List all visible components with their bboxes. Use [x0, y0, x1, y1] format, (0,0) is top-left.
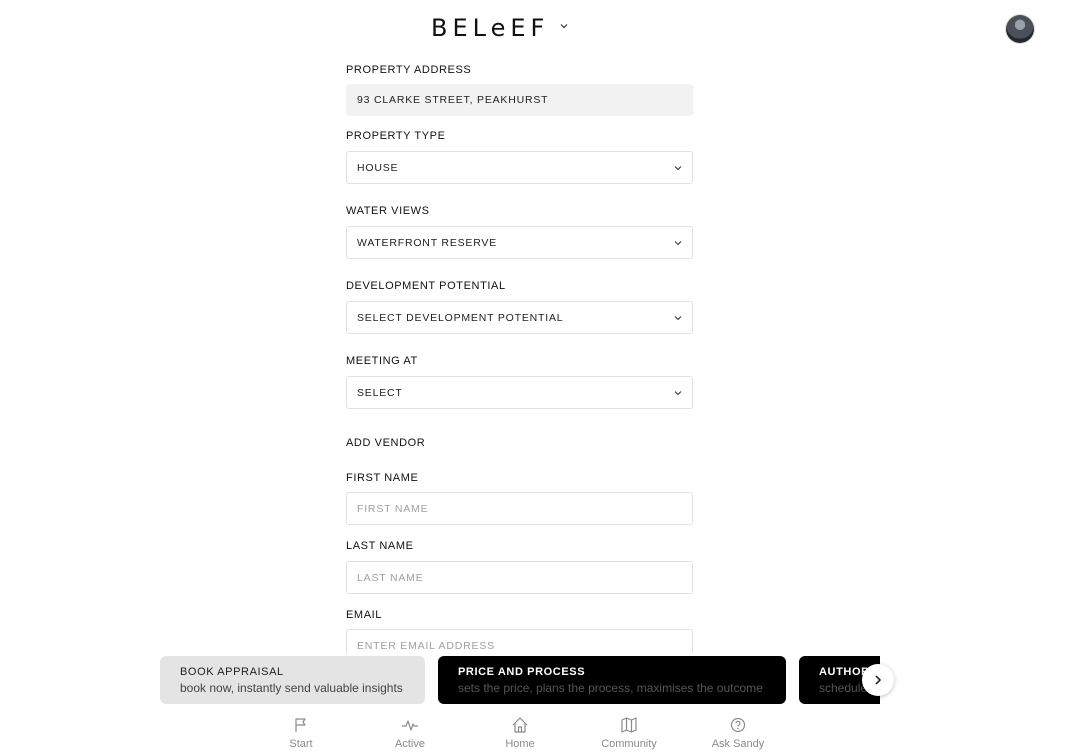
card-subtitle: book now, instantly send valuable insigh… [180, 681, 403, 695]
last-name-field [346, 561, 693, 594]
water-views-select[interactable]: WATERFRONT RESERVE [346, 226, 693, 259]
home-icon [512, 717, 528, 733]
chevron-down-icon [674, 240, 682, 245]
card-price-and-process[interactable]: PRICE AND PROCESS sets the price, plans … [438, 656, 786, 704]
last-name-input[interactable] [357, 571, 682, 584]
carousel-next-button[interactable] [862, 664, 894, 696]
property-address-field: 93 CLARKE STREET, PEAKHURST [346, 84, 693, 116]
nav-item-home[interactable]: Home [480, 716, 560, 750]
development-potential-select[interactable]: SELECT DEVELOPMENT POTENTIAL [346, 301, 693, 334]
map-icon [621, 717, 637, 733]
nav-label: Home [505, 738, 535, 750]
card-book-appraisal[interactable]: BOOK APPRAISAL book now, instantly send … [160, 656, 425, 704]
water-views-value: WATERFRONT RESERVE [357, 236, 498, 249]
first-name-label: FIRST NAME [346, 472, 419, 484]
development-potential-label: DEVELOPMENT POTENTIAL [346, 280, 506, 292]
nav-label: Community [601, 738, 657, 750]
add-vendor-heading: ADD VENDOR [346, 437, 426, 449]
development-potential-value: SELECT DEVELOPMENT POTENTIAL [357, 311, 564, 324]
flag-icon [295, 718, 306, 732]
water-views-label: WATER VIEWS [346, 205, 430, 217]
email-input[interactable] [357, 639, 682, 652]
chevron-down-icon [674, 315, 682, 320]
meeting-at-select[interactable]: SELECT [346, 376, 693, 409]
nav-label: Active [395, 738, 425, 750]
nav-label: Ask Sandy [711, 738, 765, 750]
chevron-down-icon [674, 390, 682, 395]
nav-item-active[interactable]: Active [370, 716, 450, 750]
property-address-label: PROPERTY ADDRESS [346, 64, 472, 76]
chevron-down-icon [674, 165, 682, 170]
nav-label: Start [289, 738, 313, 750]
property-type-value: HOUSE [357, 161, 399, 174]
first-name-input[interactable] [357, 502, 682, 515]
card-subtitle: sets the price, plans the process, maxim… [458, 681, 763, 695]
property-address-value: 93 CLARKE STREET, PEAKHURST [357, 94, 549, 106]
email-label: EMAIL [346, 609, 383, 621]
first-name-field [346, 492, 693, 525]
nav-item-ask-sandy[interactable]: Ask Sandy [698, 716, 778, 750]
card-title: PRICE AND PROCESS [458, 666, 586, 678]
card-title: BOOK APPRAISAL [180, 666, 284, 678]
bottom-nav: Start Active Home Community Ask Sandy [0, 712, 1082, 756]
help-circle-icon [730, 717, 746, 733]
appraisal-form: PROPERTY ADDRESS 93 CLARKE STREET, PEAKH… [346, 0, 694, 653]
email-field [346, 629, 693, 653]
nav-item-community[interactable]: Community [589, 716, 669, 750]
pulse-icon [402, 720, 418, 731]
meeting-at-label: MEETING AT [346, 355, 418, 367]
action-cards-carousel: BOOK APPRAISAL book now, instantly send … [160, 656, 880, 705]
chevron-right-icon [875, 675, 882, 685]
meeting-at-value: SELECT [357, 386, 403, 399]
nav-item-start[interactable]: Start [261, 716, 341, 750]
last-name-label: LAST NAME [346, 540, 414, 552]
property-type-select[interactable]: HOUSE [346, 151, 693, 184]
property-type-label: PROPERTY TYPE [346, 130, 446, 142]
user-avatar[interactable] [1006, 15, 1034, 43]
